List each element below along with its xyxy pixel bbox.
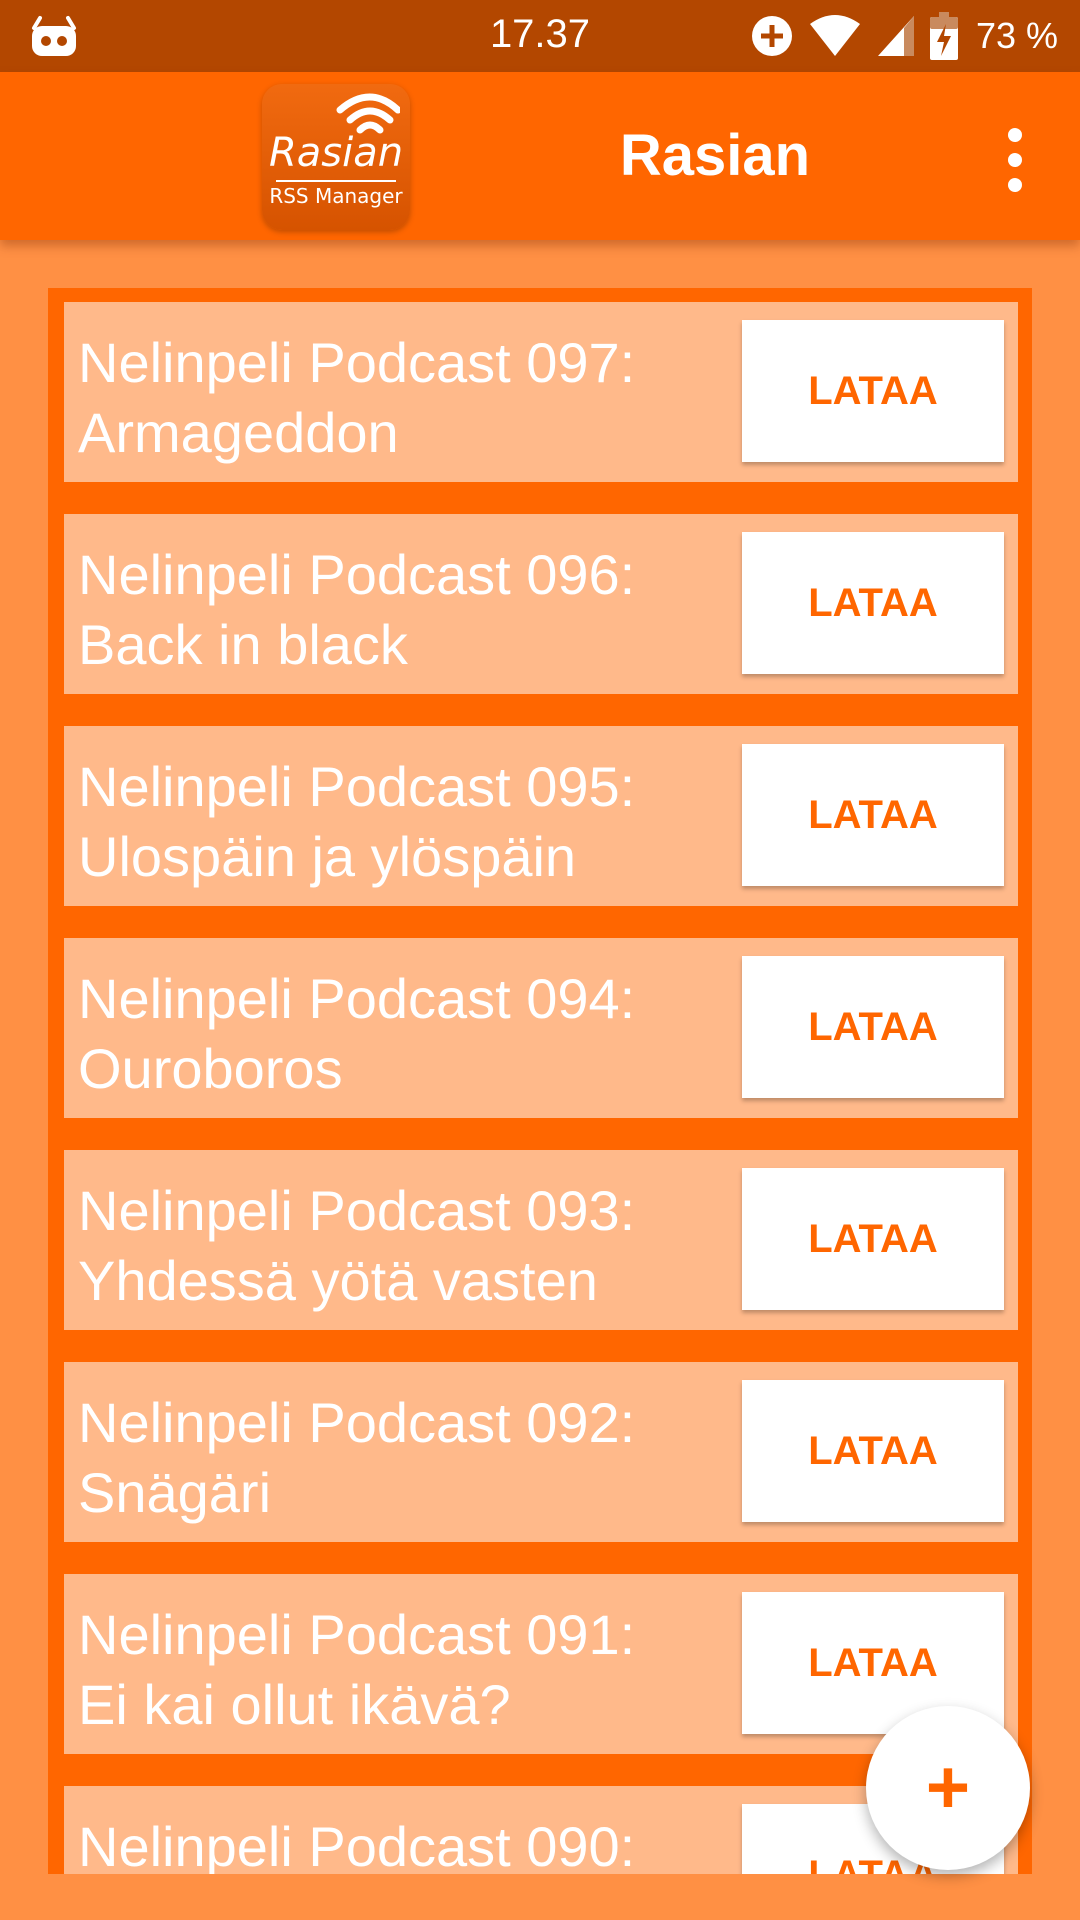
app-logo: Rasian RSS Manager — [262, 84, 410, 230]
list-item: Nelinpeli Podcast 093: Yhdessä yötä vast… — [64, 1150, 1018, 1330]
logo-text: Rasian — [268, 130, 404, 176]
download-button[interactable]: LATAA — [742, 1380, 1004, 1522]
list-item: Nelinpeli Podcast 094: Ouroboros LATAA — [64, 938, 1018, 1118]
episode-title-line1: Nelinpeli Podcast 093: — [78, 1179, 636, 1242]
logo-subtext: RSS Manager — [269, 184, 403, 208]
episode-title-line1: Nelinpeli Podcast 095: — [78, 755, 636, 818]
episode-title-line1: Nelinpeli Podcast 092: — [78, 1391, 636, 1454]
signal-icon — [877, 16, 914, 56]
app-bar: Rasian RSS Manager Rasian — [0, 72, 1080, 240]
download-button[interactable]: LATAA — [742, 1168, 1004, 1310]
wifi-icon — [809, 15, 860, 56]
episode-title: Nelinpeli Podcast 090: — [78, 1812, 678, 1874]
episode-title: Nelinpeli Podcast 097: Armageddon — [78, 328, 678, 468]
episode-title-line1: Nelinpeli Podcast 094: — [78, 967, 636, 1030]
list-item: Nelinpeli Podcast 097: Armageddon LATAA — [64, 302, 1018, 482]
episode-list[interactable]: Nelinpeli Podcast 097: Armageddon LATAA … — [48, 288, 1032, 1874]
list-item: Nelinpeli Podcast 092: Snägäri LATAA — [64, 1362, 1018, 1542]
more-vert-icon[interactable] — [990, 122, 1040, 198]
episode-title-line2: Back in black — [78, 613, 408, 676]
episode-title-line2: Snägäri — [78, 1461, 272, 1524]
episode-title: Nelinpeli Podcast 093: Yhdessä yötä vast… — [78, 1176, 678, 1316]
data-saver-icon — [751, 16, 792, 56]
download-button[interactable]: LATAA — [742, 744, 1004, 886]
logo-divider — [276, 180, 396, 182]
episode-title-line1: Nelinpeli Podcast 090: — [78, 1815, 636, 1874]
battery-charging-icon — [929, 12, 958, 60]
status-bar: 17.37 73 % — [0, 0, 1080, 72]
episode-title-line1: Nelinpeli Podcast 091: — [78, 1603, 636, 1666]
list-item: Nelinpeli Podcast 095: Ulospäin ja ylösp… — [64, 726, 1018, 906]
app-title: Rasian — [619, 123, 811, 188]
episode-title: Nelinpeli Podcast 095: Ulospäin ja ylösp… — [78, 752, 678, 892]
episode-title-line1: Nelinpeli Podcast 096: — [78, 543, 636, 606]
download-button[interactable]: LATAA — [742, 320, 1004, 462]
episode-title: Nelinpeli Podcast 092: Snägäri — [78, 1388, 678, 1528]
status-icons: 73 % — [750, 10, 1058, 62]
episode-title-line2: Ouroboros — [78, 1037, 343, 1100]
episode-title-line2: Yhdessä yötä vasten — [78, 1249, 598, 1312]
menu-dot — [1008, 153, 1022, 167]
episode-title-line2: Armageddon — [78, 401, 399, 464]
download-button[interactable]: LATAA — [742, 532, 1004, 674]
episode-title-line2: Ei kai ollut ikävä? — [78, 1673, 511, 1736]
episode-title: Nelinpeli Podcast 096: Back in black — [78, 540, 678, 680]
list-item: Nelinpeli Podcast 096: Back in black LAT… — [64, 514, 1018, 694]
add-icon: + — [925, 1745, 971, 1830]
download-button[interactable]: LATAA — [742, 956, 1004, 1098]
episode-title-line1: Nelinpeli Podcast 097: — [78, 331, 636, 394]
add-feed-button[interactable]: + — [866, 1706, 1030, 1870]
menu-dot — [1008, 178, 1022, 192]
episode-title: Nelinpeli Podcast 091: Ei kai ollut ikäv… — [78, 1600, 678, 1740]
menu-dot — [1008, 128, 1022, 142]
list-item: Nelinpeli Podcast 091: Ei kai ollut ikäv… — [64, 1574, 1018, 1754]
episode-title-line2: Ulospäin ja ylöspäin — [78, 825, 577, 888]
battery-percent: 73 % — [975, 15, 1058, 56]
episode-title: Nelinpeli Podcast 094: Ouroboros — [78, 964, 678, 1104]
